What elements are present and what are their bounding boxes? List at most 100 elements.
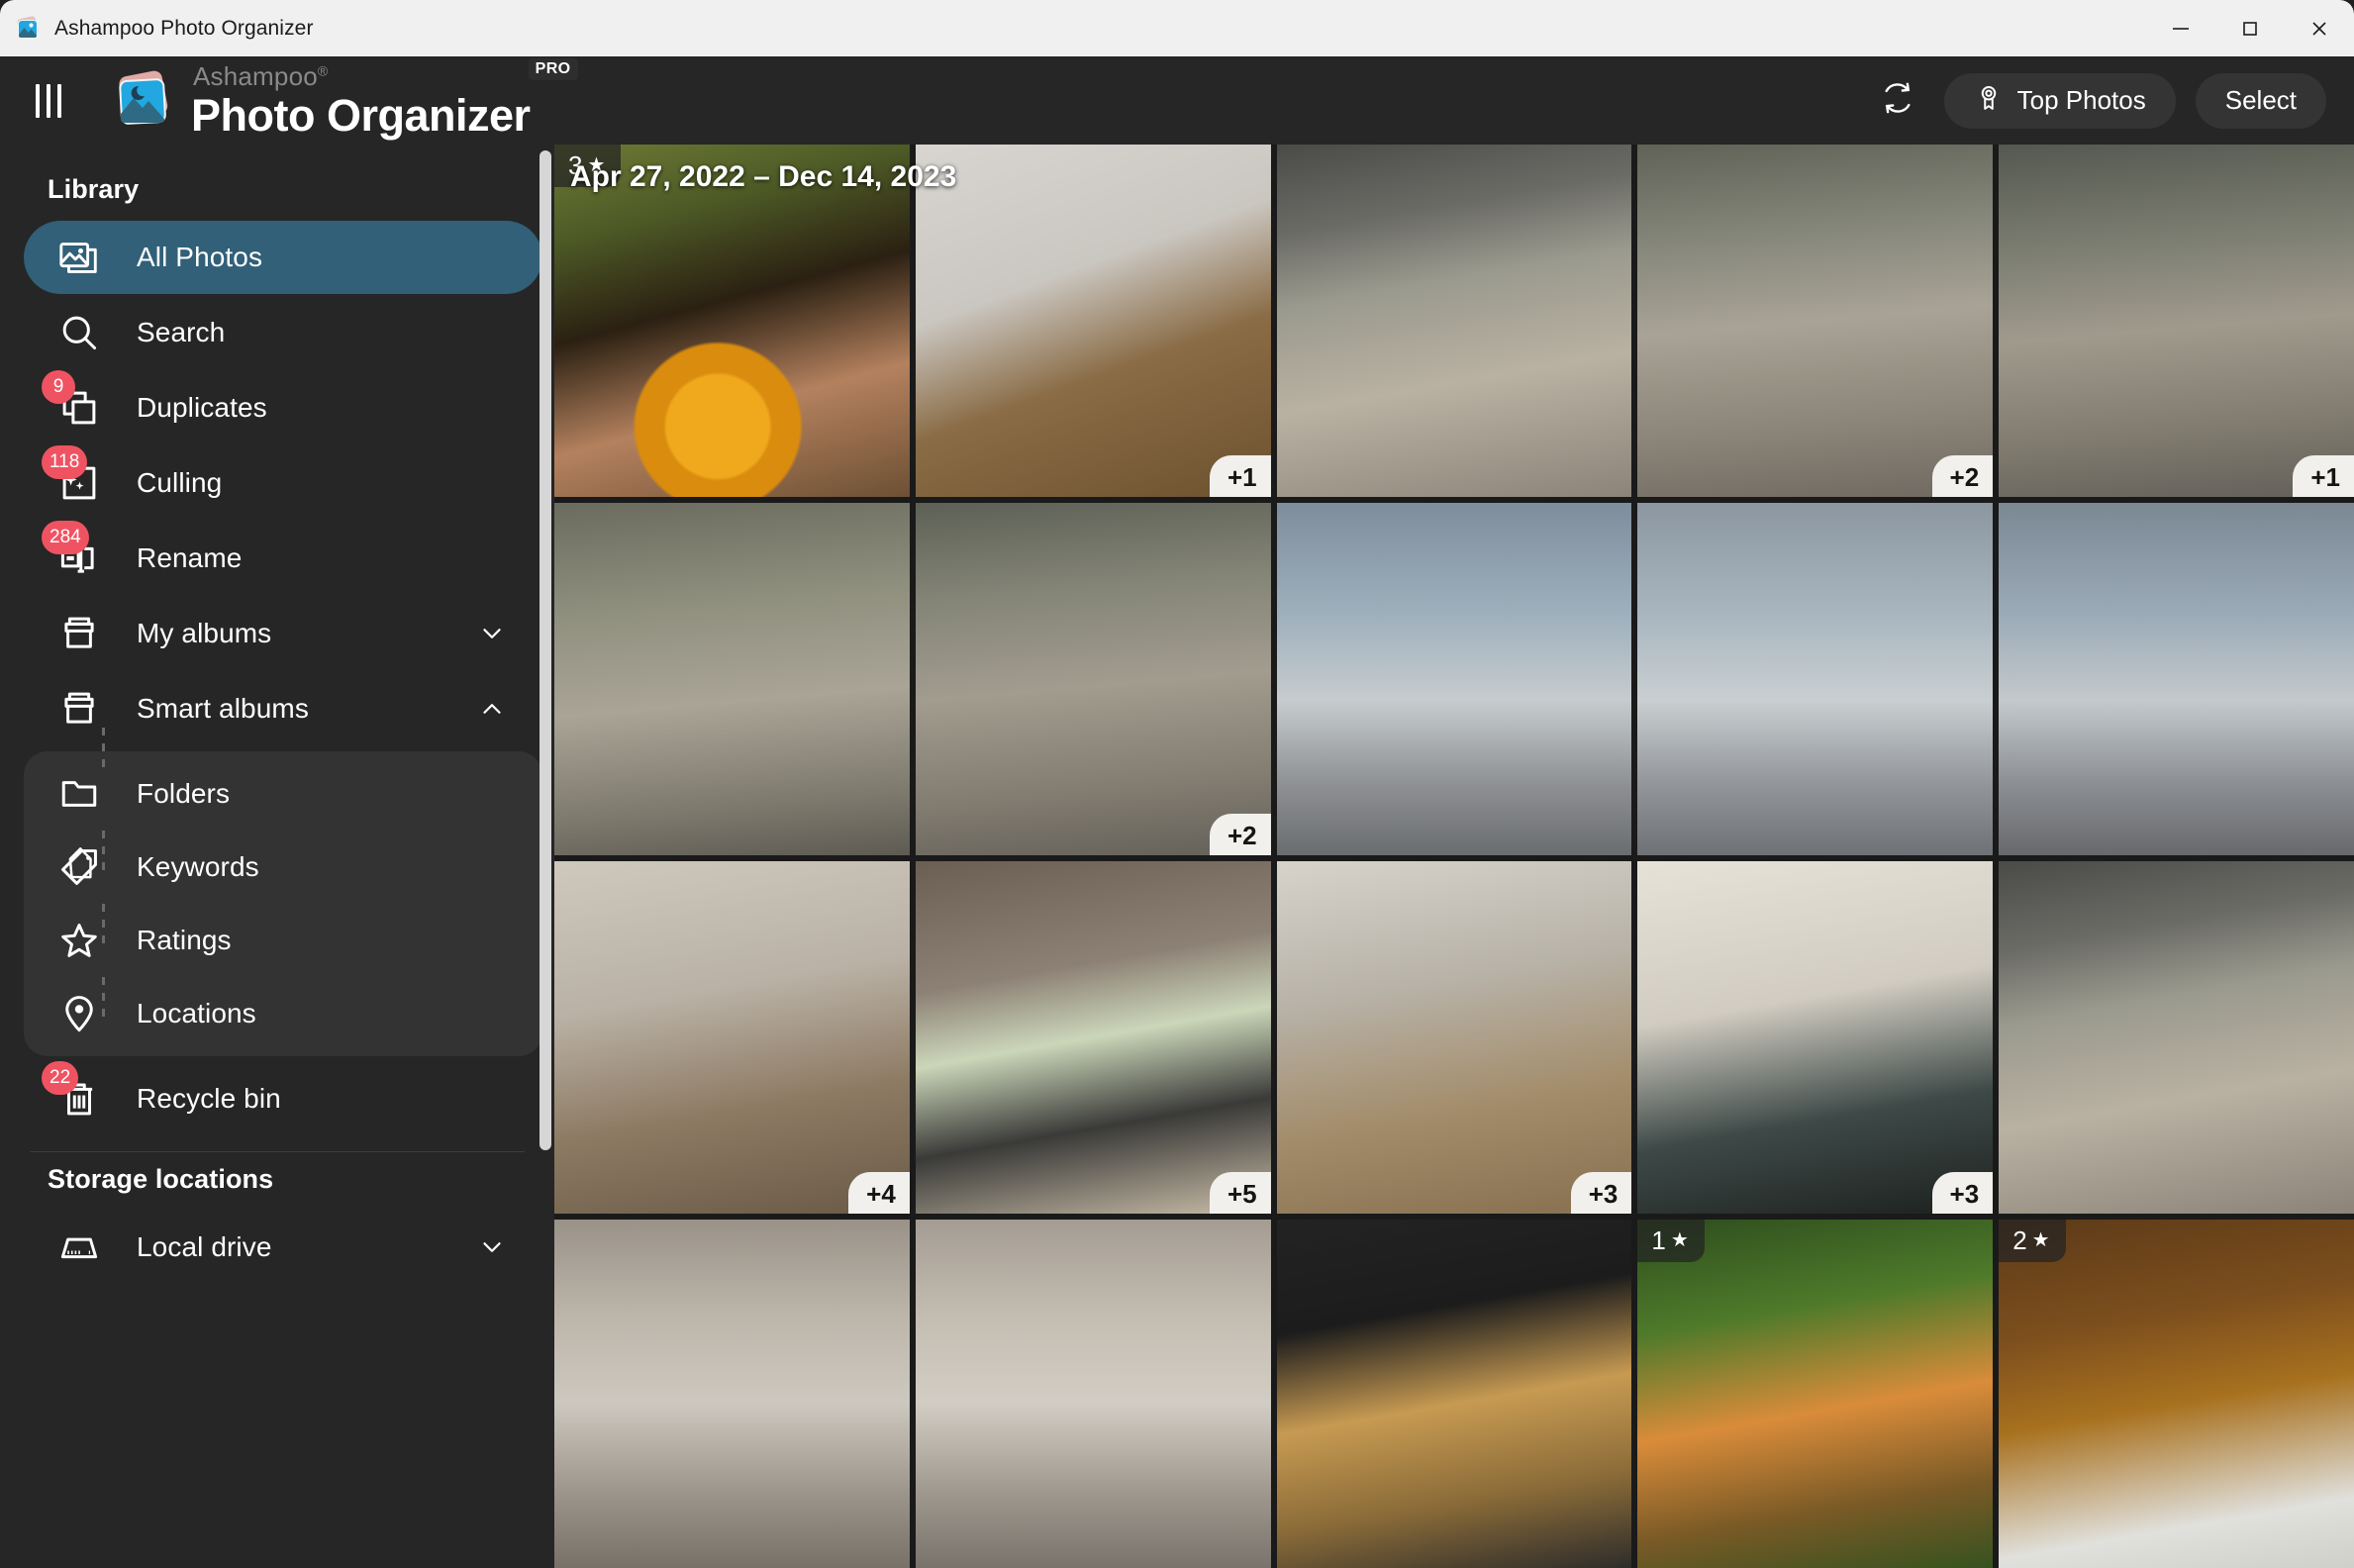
sidebar-item-recycle-bin[interactable]: 22 Recycle bin xyxy=(24,1062,542,1135)
duplicates-icon: 9 xyxy=(55,384,103,432)
sidebar-subitem-folders[interactable]: Folders xyxy=(24,757,542,831)
photo-tile[interactable]: +2 xyxy=(1637,145,1993,497)
photo-tile[interactable]: +3 xyxy=(1637,861,1993,1214)
photo-tile[interactable]: 1★ xyxy=(1637,1220,1993,1568)
rating-badge: 1★ xyxy=(1637,1220,1704,1262)
photo-thumbnail-potted-grass-plant-b xyxy=(1637,145,1993,497)
sidebar-item-culling[interactable]: 118 Culling xyxy=(24,446,542,520)
badge-rename: 284 xyxy=(42,521,89,554)
photo-grid: 3★+1+2+1+2+4+5+3+31★2★ xyxy=(554,145,2354,1568)
photo-tile[interactable] xyxy=(1277,145,1632,497)
photo-thumbnail-tiger-in-grass xyxy=(1637,1220,1993,1568)
select-button[interactable]: Select xyxy=(2196,73,2326,129)
photo-tile[interactable] xyxy=(554,503,910,855)
stack-count-badge: +2 xyxy=(1932,455,1994,497)
sidebar-item-all-photos[interactable]: All Photos xyxy=(24,221,542,294)
sidebar-subitem-label: Keywords xyxy=(137,851,259,883)
close-button[interactable] xyxy=(2285,0,2354,56)
select-label: Select xyxy=(2225,85,2297,116)
sidebar-item-rename[interactable]: 284 Rename xyxy=(24,522,542,595)
rating-badge: 2★ xyxy=(1999,1220,2065,1262)
photo-thumbnail-succulent-black-pot xyxy=(916,861,1271,1214)
chevron-down-icon[interactable] xyxy=(477,1232,507,1262)
map-pin-icon xyxy=(55,990,103,1037)
chevron-down-icon[interactable] xyxy=(477,619,507,648)
header-actions: Top Photos Select xyxy=(1871,73,2326,129)
star-icon: ★ xyxy=(2032,1230,2050,1250)
maximize-button[interactable] xyxy=(2215,0,2285,56)
date-range-label: Apr 27, 2022 – Dec 14, 2023 xyxy=(570,160,956,194)
sidebar-item-label: Rename xyxy=(137,542,242,574)
photo-tile[interactable] xyxy=(916,1220,1271,1568)
photo-thumbnail-potted-grass-plant-d xyxy=(554,503,910,855)
photo-tile[interactable]: 3★ xyxy=(554,145,910,497)
app-header: Ashampoo® Photo Organizer PRO xyxy=(0,56,2354,145)
sidebar-subitem-keywords[interactable]: Keywords xyxy=(24,831,542,904)
title-bar-left: Ashampoo Photo Organizer xyxy=(0,15,314,43)
photo-tile[interactable] xyxy=(1277,1220,1632,1568)
window-controls xyxy=(2146,0,2354,56)
photo-thumbnail-golden-plant-trio xyxy=(1277,1220,1632,1568)
culling-icon: 118 xyxy=(55,459,103,507)
photo-thumbnail-glass-canister-a xyxy=(554,1220,910,1568)
photo-tile[interactable]: 2★ xyxy=(1999,1220,2354,1568)
photo-thumbnail-cave-waterfall xyxy=(1999,1220,2354,1568)
sidebar-subitem-locations[interactable]: Locations xyxy=(24,977,542,1050)
photo-tile[interactable] xyxy=(1277,503,1632,855)
smart-albums-subgroup: Folders Keywords xyxy=(24,751,542,1056)
pro-badge: PRO xyxy=(529,58,578,80)
sidebar-storage-title: Storage locations xyxy=(0,1152,554,1211)
photo-thumbnail-wire-shelf-decor xyxy=(1637,861,1993,1214)
sidebar-subitem-ratings[interactable]: Ratings xyxy=(24,904,542,977)
top-photos-button[interactable]: Top Photos xyxy=(1944,73,2176,129)
app-logo-icon xyxy=(14,15,42,43)
refresh-button[interactable] xyxy=(1871,74,1924,128)
sidebar-item-my-albums[interactable]: My albums xyxy=(24,597,542,670)
sidebar-item-label: Smart albums xyxy=(137,693,309,725)
photo-thumbnail-woman-with-sunflower xyxy=(554,145,910,497)
minimize-button[interactable] xyxy=(2146,0,2215,56)
photo-tile[interactable]: +1 xyxy=(916,145,1271,497)
chevron-up-icon[interactable] xyxy=(477,694,507,724)
sidebar-subitem-label: Folders xyxy=(137,778,230,810)
vertical-scrollbar[interactable] xyxy=(539,150,551,1150)
photo-tile[interactable]: +3 xyxy=(1277,861,1632,1214)
rename-icon: 284 xyxy=(55,535,103,582)
drive-icon xyxy=(55,1224,103,1271)
sidebar-item-label: Duplicates xyxy=(137,392,267,424)
tag-icon xyxy=(55,843,103,891)
star-icon: ★ xyxy=(1671,1230,1689,1250)
photo-thumbnail-potted-grass-plant-e xyxy=(916,503,1271,855)
badge-recycle-bin: 22 xyxy=(42,1061,78,1095)
refresh-icon xyxy=(1881,81,1914,120)
photo-tile[interactable]: +4 xyxy=(554,861,910,1214)
photo-tile[interactable] xyxy=(1637,503,1993,855)
album-icon xyxy=(55,685,103,733)
photos-icon xyxy=(55,234,103,281)
sidebar-item-duplicates[interactable]: 9 Duplicates xyxy=(24,371,542,444)
brand-text: Ashampoo® Photo Organizer PRO xyxy=(191,63,531,138)
brand: Ashampoo® Photo Organizer PRO xyxy=(112,63,531,138)
photo-grid-area[interactable]: 3★+1+2+1+2+4+5+3+31★2★ Apr 27, 2022 – De… xyxy=(554,145,2354,1568)
photo-tile[interactable] xyxy=(554,1220,910,1568)
stack-count-badge: +1 xyxy=(1210,455,1271,497)
window-title: Ashampoo Photo Organizer xyxy=(54,17,314,41)
sidebar-item-search[interactable]: Search xyxy=(24,296,542,369)
photo-tile[interactable]: +5 xyxy=(916,861,1271,1214)
top-photos-label: Top Photos xyxy=(2017,85,2146,116)
award-icon xyxy=(1974,82,2004,119)
photo-tile[interactable]: +2 xyxy=(916,503,1271,855)
stack-count-badge: +4 xyxy=(848,1172,910,1214)
photo-tile[interactable] xyxy=(1999,861,2354,1214)
badge-duplicates: 9 xyxy=(42,370,75,404)
photo-tile[interactable] xyxy=(1999,503,2354,855)
photo-thumbnail-stacked-glasses xyxy=(1277,861,1632,1214)
app-logo-large-icon xyxy=(112,70,175,132)
hamburger-icon[interactable] xyxy=(27,79,70,123)
photo-tile[interactable]: +1 xyxy=(1999,145,2354,497)
stack-count-badge: +3 xyxy=(1932,1172,1994,1214)
photo-thumbnail-glass-jar-candle-a xyxy=(1277,503,1632,855)
photo-thumbnail-potted-grass-plant-c xyxy=(1999,145,2354,497)
sidebar-item-local-drive[interactable]: Local drive xyxy=(24,1211,542,1284)
sidebar-item-label: Culling xyxy=(137,467,222,499)
